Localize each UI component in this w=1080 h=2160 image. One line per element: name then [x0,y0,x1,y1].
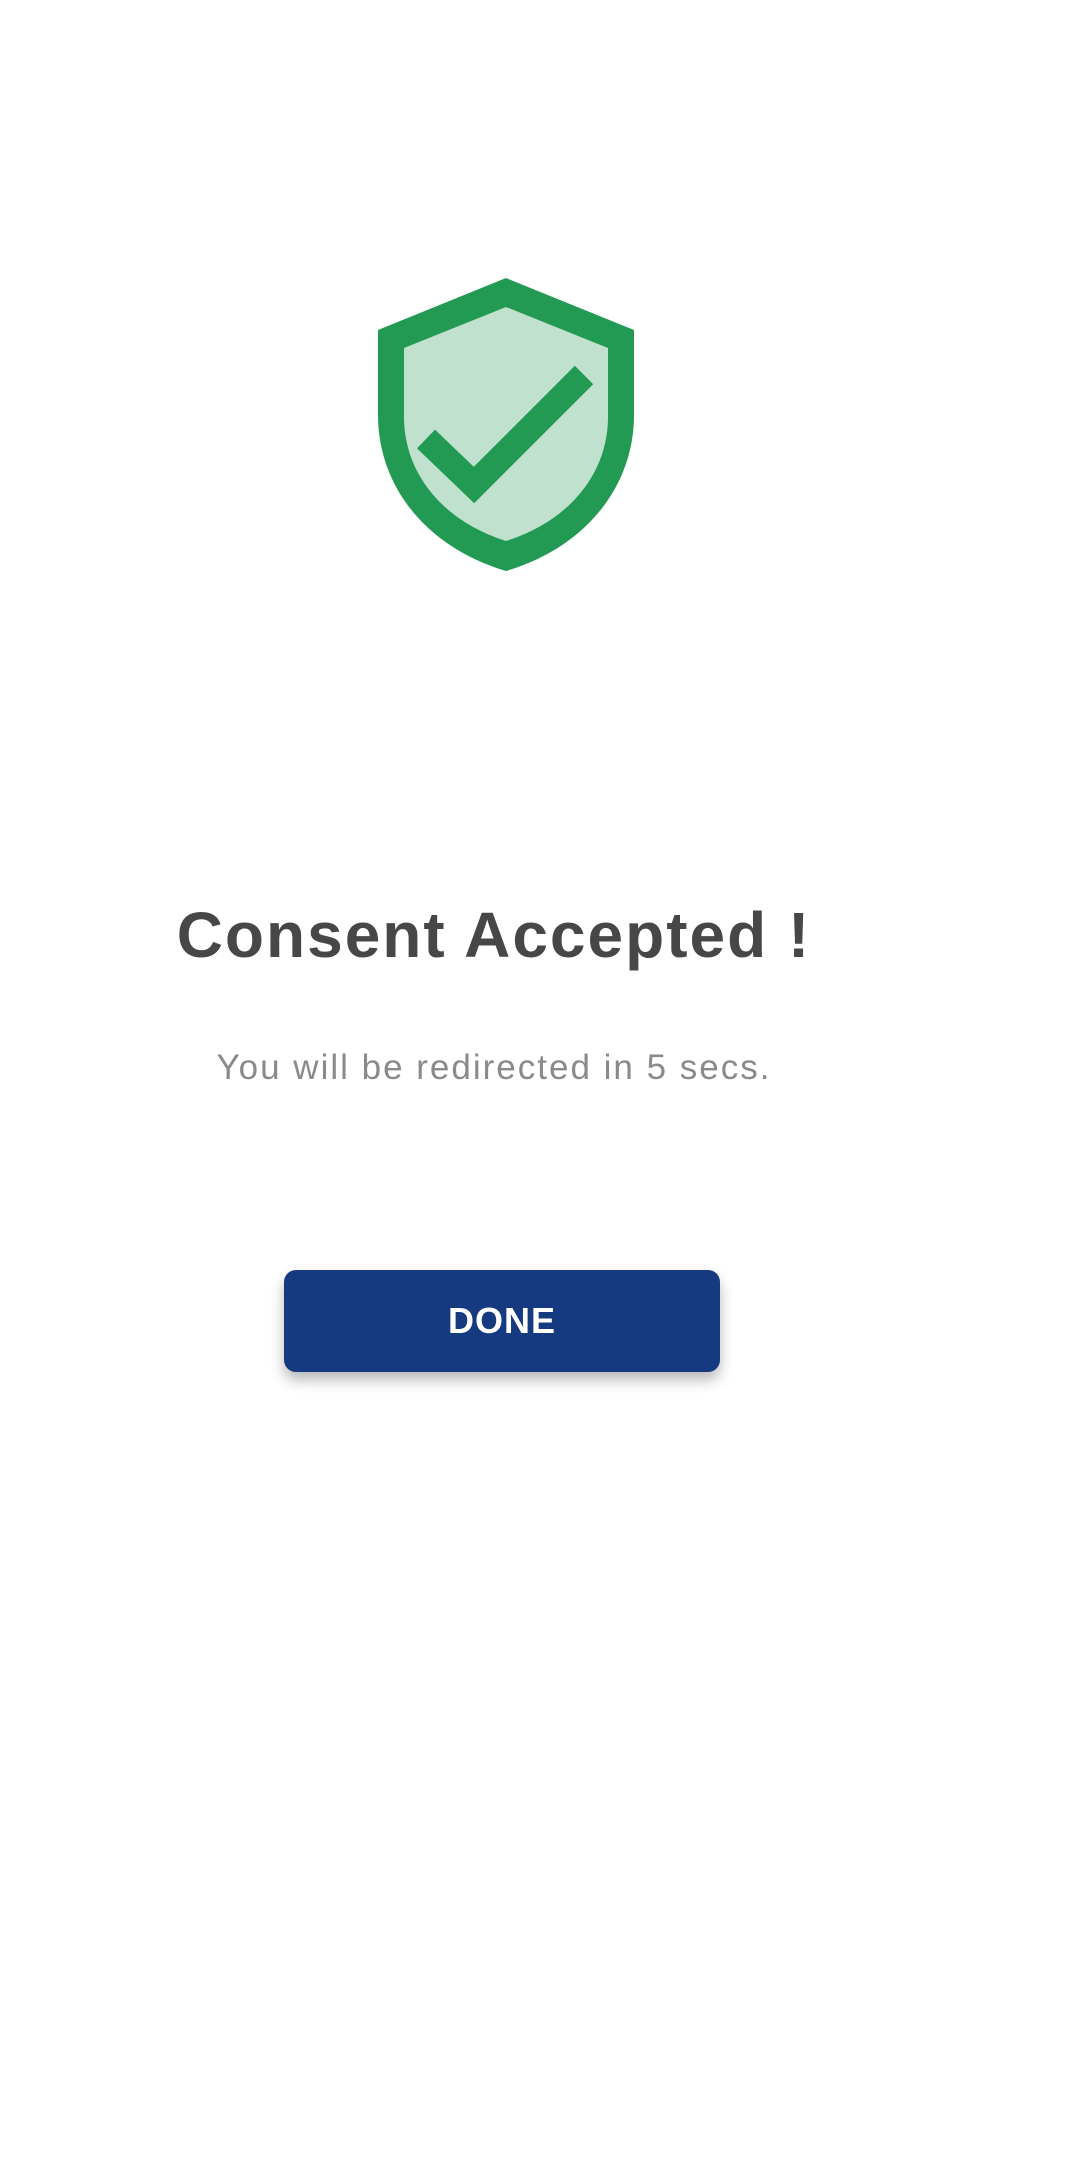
page-title: Consent Accepted ! [176,899,812,971]
consent-success-screen: Consent Accepted ! You will be redirecte… [0,0,1080,2160]
redirect-message: You will be redirected in 5 secs. [216,1048,772,1087]
done-button[interactable]: DONE [284,1270,720,1372]
shield-check-icon [372,275,640,575]
